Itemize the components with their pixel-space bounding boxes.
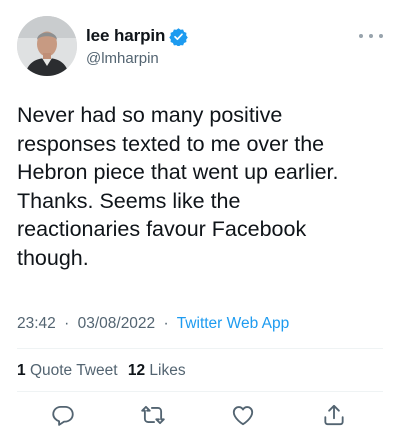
author-display-name[interactable]: lee harpin bbox=[86, 26, 165, 46]
likes-stat[interactable]: 12 Likes bbox=[128, 362, 186, 379]
divider bbox=[17, 348, 383, 349]
reply-icon[interactable] bbox=[50, 402, 76, 428]
like-label: Likes bbox=[149, 362, 186, 379]
author-handle[interactable]: @lmharpin bbox=[86, 50, 159, 67]
divider bbox=[17, 391, 383, 392]
retweet-icon[interactable] bbox=[140, 402, 166, 428]
meta-separator: · bbox=[64, 315, 70, 332]
heart-icon[interactable] bbox=[230, 402, 256, 428]
avatar[interactable] bbox=[17, 16, 77, 76]
meta-separator: · bbox=[163, 315, 169, 332]
tweet-date[interactable]: 03/08/2022 bbox=[78, 315, 156, 332]
action-bar bbox=[0, 402, 400, 432]
tweet-stats: 1 Quote Tweet 12 Likes bbox=[17, 362, 186, 380]
tweet-card: lee harpin @lmharpin Never had so many p… bbox=[0, 0, 400, 440]
more-options-icon[interactable] bbox=[359, 28, 383, 44]
like-count: 12 bbox=[127, 362, 146, 379]
quote-label: Quote Tweet bbox=[29, 362, 118, 379]
tweet-time[interactable]: 23:42 bbox=[17, 315, 56, 332]
more-dot bbox=[359, 34, 363, 38]
share-icon[interactable] bbox=[321, 402, 347, 428]
tweet-text: Never had so many positive responses tex… bbox=[17, 103, 339, 270]
quote-tweets-stat[interactable]: 1 Quote Tweet bbox=[17, 362, 118, 379]
author-name-row[interactable]: lee harpin bbox=[86, 26, 189, 46]
verified-badge-icon bbox=[169, 27, 189, 46]
more-dot bbox=[379, 34, 383, 38]
more-dot bbox=[369, 34, 373, 38]
tweet-source-link[interactable]: Twitter Web App bbox=[177, 315, 290, 332]
quote-count: 1 bbox=[17, 362, 26, 379]
tweet-meta: 23:42 · 03/08/2022 · Twitter Web App bbox=[17, 315, 289, 333]
